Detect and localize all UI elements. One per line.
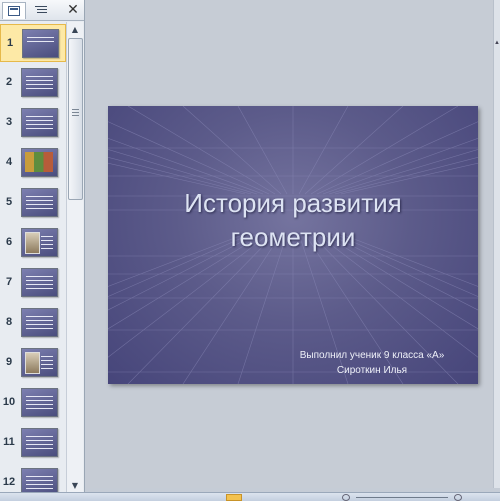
slides-panel: ✕ 1 2 3 4 5 6 7 8 9 10 11 12 ▲ ▼	[0, 0, 85, 492]
slide-number: 12	[2, 476, 16, 488]
scroll-thumb[interactable]	[68, 38, 83, 200]
slide-thumbnail-image	[21, 188, 58, 217]
slide-subtitle[interactable]: Выполнил ученик 9 класса «А» Сироткин Ил…	[272, 348, 472, 378]
close-panel-icon[interactable]: ✕	[62, 2, 84, 18]
scroll-down-arrow-icon[interactable]: ▼	[67, 478, 83, 492]
slide-thumbnail-1[interactable]: 1	[0, 24, 66, 62]
slide-thumbnail-image	[22, 29, 59, 58]
slide-number: 4	[5, 156, 13, 168]
slide-thumbnail-9[interactable]: 9	[0, 344, 66, 382]
slide-vertical-scrollbar[interactable]: ▲	[493, 0, 500, 488]
slide-thumbnail-3[interactable]: 3	[0, 104, 66, 142]
slide-number: 3	[5, 116, 13, 128]
slide-thumbnail-7[interactable]: 7	[0, 264, 66, 302]
scroll-up-icon[interactable]: ▲	[494, 40, 500, 46]
outline-tab[interactable]	[30, 2, 52, 18]
slide-number: 2	[5, 76, 13, 88]
slide-thumbnail-2[interactable]: 2	[0, 64, 66, 102]
slide-thumbnail-10[interactable]: 10	[0, 384, 66, 422]
slide-thumbnail-6[interactable]: 6	[0, 224, 66, 262]
slide-number: 7	[5, 276, 13, 288]
slide-number: 5	[5, 196, 13, 208]
slide-number: 8	[5, 316, 13, 328]
slide-thumbnail-image	[21, 348, 58, 377]
slide-thumbnail-12[interactable]: 12	[0, 464, 66, 492]
slide-thumbnail-image	[21, 108, 58, 137]
slide-number: 6	[5, 236, 13, 248]
slide-title-line-1: История развития	[184, 188, 402, 218]
subtitle-line-2: Сироткин Илья	[336, 365, 408, 376]
slide-number: 10	[2, 396, 16, 408]
slide-title-line-2: геометрии	[230, 222, 356, 252]
current-slide[interactable]: История развития геометрии Выполнил учен…	[108, 106, 478, 384]
slide-number: 9	[5, 356, 13, 368]
slide-thumbnail-image	[21, 428, 58, 457]
zoom-slider[interactable]	[356, 497, 448, 498]
slide-thumbnail-8[interactable]: 8	[0, 304, 66, 342]
slide-thumbnail-image	[21, 268, 58, 297]
slide-title[interactable]: История развития геометрии	[128, 186, 458, 254]
slide-editing-area: История развития геометрии Выполнил учен…	[86, 0, 500, 488]
slide-thumbnail-image	[21, 308, 58, 337]
slide-thumbnail-image	[21, 148, 58, 177]
slide-thumbnail-image	[21, 468, 58, 492]
scroll-up-arrow-icon[interactable]: ▲	[67, 22, 83, 36]
slide-thumbnail-image	[21, 388, 58, 417]
slide-thumbnail-image	[21, 228, 58, 257]
slide-thumbnail-5[interactable]: 5	[0, 184, 66, 222]
slide-number: 11	[3, 436, 15, 448]
outline-tab-icon	[35, 6, 47, 13]
slide-number: 1	[6, 37, 14, 49]
subtitle-line-1: Выполнил ученик 9 класса «А»	[299, 350, 445, 361]
slides-tab[interactable]	[2, 2, 26, 19]
slide-thumbnail-11[interactable]: 11	[0, 424, 66, 462]
scroll-grip-icon	[72, 109, 79, 118]
thumbnails-scrollbar[interactable]: ▲ ▼	[66, 22, 83, 492]
slides-tab-icon	[8, 6, 20, 16]
slide-thumbnail-4[interactable]: 4	[0, 144, 66, 182]
slide-thumbnails-list: 1 2 3 4 5 6 7 8 9 10 11 12	[0, 22, 66, 492]
panel-tabs: ✕	[0, 0, 84, 21]
slide-thumbnail-image	[21, 68, 58, 97]
